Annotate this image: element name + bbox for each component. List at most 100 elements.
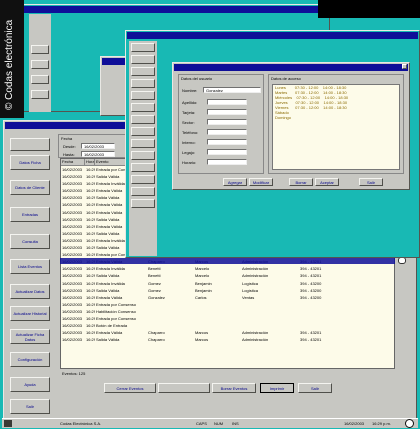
cell-nombre: Benjamin xyxy=(195,280,212,286)
dialog-salir-button[interactable]: Salir xyxy=(359,178,383,186)
agregar-button[interactable]: Agregar xyxy=(223,178,247,186)
user-data-group: Datos del usuario Nombre: Gonzalez Apell… xyxy=(178,74,264,174)
table-row[interactable]: 16/02/200316:29Entrada por Consenso xyxy=(61,315,394,322)
taskbar-app[interactable]: Codas Electrónica S.A. xyxy=(60,421,101,426)
nav-button-6[interactable]: Actualizar Datos xyxy=(10,284,50,299)
dialog-close-icon[interactable] xyxy=(402,64,407,69)
borrar-button[interactable]: Borrar xyxy=(289,178,313,186)
user-field-input[interactable] xyxy=(207,99,247,105)
user-dialog-titlebar[interactable] xyxy=(174,64,408,71)
taskbar-ins: INS xyxy=(232,421,239,426)
nav-button-7[interactable]: Actualizar Historial xyxy=(10,306,50,321)
cell-fecha: 16/02/2003 xyxy=(62,301,83,307)
cell-evento: Entrada Inválida xyxy=(96,280,125,286)
cell-telefono: 394 - 43201 xyxy=(300,266,322,272)
nombre-field[interactable]: Gonzalez xyxy=(203,87,261,93)
schedule-list[interactable]: Lunes 07:30 - 12:00 14:00 - 18:30 Martes … xyxy=(272,84,400,170)
table-row[interactable]: 16/02/200316:29Entrada Válida Gonzalez Car… xyxy=(61,294,394,301)
cell-hora: 16:29 xyxy=(86,323,95,329)
table-row[interactable]: 16/02/200316:29Salida Válida Chaparro Marc… xyxy=(61,336,394,343)
user-field-input[interactable] xyxy=(207,109,247,115)
nav-button-2[interactable]: Datos de Cliente xyxy=(10,180,50,195)
nav-button-9[interactable]: Configuración xyxy=(10,352,50,367)
desde-field[interactable]: 16/02/2003 xyxy=(81,143,115,149)
cell-apellido: Gonzalez xyxy=(148,294,165,300)
borrar-eventos-button[interactable]: Borrar Eventos xyxy=(212,383,256,393)
events-count: Eventos: 125 xyxy=(62,371,86,376)
start-icon[interactable] xyxy=(4,420,12,427)
middle-window-button-8[interactable] xyxy=(131,127,155,136)
middle-window-button-4[interactable] xyxy=(131,79,155,88)
header-hora[interactable]: Hora xyxy=(85,159,95,165)
table-row[interactable]: 16/02/200316:29Salida Válida Gomez Benjami… xyxy=(61,287,394,294)
middle-window-button-1[interactable] xyxy=(131,43,155,52)
table-row[interactable]: 16/02/200316:29Entrada Inválida Gomez Benj… xyxy=(61,280,394,287)
cell-nombre: Benjamin xyxy=(195,287,212,293)
blank-action-button[interactable] xyxy=(158,383,210,393)
hasta-label: Hasta: xyxy=(63,152,75,157)
cell-apellido xyxy=(147,308,194,315)
background-window-1-button-1[interactable] xyxy=(31,45,49,54)
user-field-input[interactable] xyxy=(207,119,247,125)
user-field-input[interactable] xyxy=(207,139,247,145)
hasta-field[interactable]: 16/02/2003 xyxy=(81,151,115,157)
middle-window-button-14[interactable] xyxy=(131,199,155,208)
middle-window-button-2[interactable] xyxy=(131,55,155,64)
cell-hora: 16:29 xyxy=(86,287,95,293)
middle-window-button-12[interactable] xyxy=(131,175,155,184)
nav-button-11[interactable]: Salir xyxy=(10,399,50,414)
cell-fecha: 16/02/2003 xyxy=(62,337,83,343)
cerrar-eventos-button[interactable]: Cerrar Eventos xyxy=(104,383,156,393)
background-window-1-button-4[interactable] xyxy=(31,90,49,99)
modificar-button[interactable]: Modificar xyxy=(249,178,273,186)
background-window-1-titlebar[interactable] xyxy=(12,6,328,13)
nav-button-5[interactable]: Lista Eventos xyxy=(10,259,50,274)
middle-window-button-6[interactable] xyxy=(131,103,155,112)
middle-window-button-3[interactable] xyxy=(131,67,155,76)
table-row[interactable]: 16/02/200316:29Entrada Inválida Benetti Ma… xyxy=(61,265,394,272)
background-window-1-button-2[interactable] xyxy=(31,60,49,69)
schedule-line[interactable]: Domingo xyxy=(273,115,399,120)
user-dialog[interactable]: Datos del usuario Nombre: Gonzalez Apell… xyxy=(172,62,410,190)
cell-nombre: Carlos xyxy=(195,294,207,300)
cell-hora: 16:29 xyxy=(86,294,95,300)
cell-evento: Entrada por Consenso xyxy=(96,315,137,321)
middle-window-titlebar[interactable] xyxy=(127,32,418,39)
cell-hora: 16:29 xyxy=(86,280,95,286)
taskbar-num: NUM xyxy=(214,421,224,426)
imprimir-button[interactable]: Imprimir xyxy=(260,383,294,393)
cell-fecha: 16/02/2003 xyxy=(62,245,83,251)
middle-window-button-10[interactable] xyxy=(131,151,155,160)
background-window-1-button-3[interactable] xyxy=(31,75,49,84)
nav-button-3[interactable]: Entradas xyxy=(10,207,50,222)
middle-window-button-11[interactable] xyxy=(131,163,155,172)
table-row[interactable]: 16/02/200316:29Botón de Entrada xyxy=(61,322,394,329)
middle-window-button-7[interactable] xyxy=(131,115,155,124)
table-row[interactable]: 16/02/200316:29Habilitación Consenso xyxy=(61,308,394,315)
nav-button-1[interactable]: Datos Ficha xyxy=(10,155,50,170)
cell-fecha: 16/02/2003 xyxy=(62,330,83,336)
salir-button[interactable]: Salir xyxy=(298,383,332,393)
user-field-label: Apellido: xyxy=(182,100,198,105)
table-row[interactable]: 16/02/200316:29Entrada por Consenso xyxy=(61,301,394,308)
user-field-input[interactable] xyxy=(207,149,247,155)
nav-button-top[interactable] xyxy=(10,138,50,151)
aceptar-button[interactable]: Aceptar xyxy=(315,178,339,186)
user-field-input[interactable] xyxy=(207,129,247,135)
cell-apellido: Chaparro xyxy=(148,337,165,343)
middle-window-button-13[interactable] xyxy=(131,187,155,196)
header-fecha[interactable]: Fecha xyxy=(61,159,85,165)
user-field-label: Tarjeta: xyxy=(182,110,196,115)
nav-button-10[interactable]: Ayuda xyxy=(10,377,50,392)
cell-sector: Administración xyxy=(242,273,269,279)
table-scroll-knob[interactable] xyxy=(398,257,406,264)
table-row[interactable]: 16/02/200316:29Salida Válida Benetti Marce… xyxy=(61,272,394,279)
cell-nombre: Marcos xyxy=(195,337,209,343)
middle-window-button-9[interactable] xyxy=(131,139,155,148)
table-row[interactable]: 16/02/200316:29Entrada Válida Chaparro Mar… xyxy=(61,329,394,336)
middle-window-button-5[interactable] xyxy=(131,91,155,100)
nav-button-4[interactable]: Consulta xyxy=(10,234,50,249)
nav-button-8[interactable]: Actualizar Ficha Datos xyxy=(10,329,50,344)
cell-hora: 16:29 xyxy=(86,202,95,208)
user-field-input[interactable] xyxy=(207,159,247,165)
